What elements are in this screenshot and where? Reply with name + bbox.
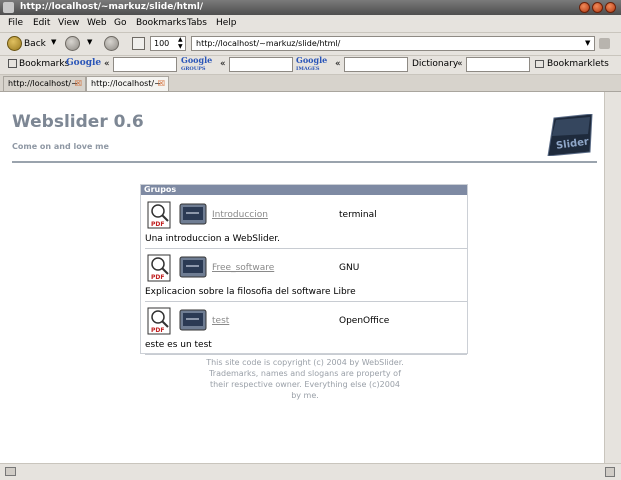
search-arrows-2[interactable]: « (220, 59, 226, 69)
zoom-value: 100 (154, 39, 170, 48)
bookmarks-icon (8, 59, 17, 68)
page-content: Webslider 0.6 Come on and love me Slider… (0, 92, 604, 463)
stop-icon[interactable] (104, 36, 119, 51)
pdf-document-icon[interactable]: PDF (147, 254, 173, 282)
status-icon (5, 467, 16, 476)
tab-close-icon[interactable]: ☒ (158, 79, 165, 88)
site-title: Webslider 0.6 (12, 112, 144, 132)
pdf-document-icon[interactable]: PDF (147, 307, 173, 335)
search-arrows-3[interactable]: « (335, 59, 341, 69)
google-groups-logo: Google GROUPS (181, 55, 213, 72)
dictionary-label: Dictionary (412, 59, 459, 69)
terminal-icon[interactable] (179, 309, 207, 333)
url-input[interactable]: http://localhost/~markuz/slide/html/ (191, 36, 595, 51)
back-arrow-icon[interactable] (7, 36, 22, 51)
google-images-logo: Google IMAGES (296, 55, 328, 72)
google-search-input[interactable] (113, 57, 177, 72)
item-description: Explicacion sobre la filosofia del softw… (145, 287, 356, 297)
header-divider (12, 161, 597, 163)
pdf-document-icon[interactable]: PDF (147, 201, 173, 229)
bookmarks-button[interactable]: Bookmarks (19, 59, 69, 69)
url-text: http://localhost/~markuz/slide/html/ (196, 39, 341, 48)
item-category: OpenOffice (339, 316, 390, 326)
tab-1[interactable]: http://localhost/~ ☒ (3, 76, 86, 91)
pdf-label: PDF (151, 274, 164, 281)
go-icon[interactable] (599, 38, 610, 49)
minimize-icon[interactable] (579, 2, 590, 13)
dictionary-input[interactable] (466, 57, 530, 72)
terminal-icon[interactable] (179, 203, 207, 227)
item-divider (145, 248, 467, 249)
close-icon[interactable] (605, 2, 616, 13)
window-titlebar: http://localhost/~markuz/slide/html/ (0, 0, 621, 15)
item-link[interactable]: Free_software (212, 263, 274, 273)
menu-bar: File Edit View Web Go Bookmarks Tabs Hel… (0, 15, 621, 33)
menu-help[interactable]: Help (216, 18, 237, 28)
menu-file[interactable]: File (8, 18, 23, 28)
menu-tabs[interactable]: Tabs (187, 18, 207, 28)
webslider-logo: Slider (547, 114, 593, 156)
item-link[interactable]: Introduccion (212, 210, 268, 220)
url-dropdown-icon[interactable]: ▼ (585, 39, 590, 47)
app-icon (3, 2, 14, 13)
back-dropdown-icon[interactable]: ▼ (51, 38, 56, 46)
security-icon (605, 467, 615, 477)
item-divider (145, 354, 467, 355)
item-link[interactable]: test (212, 316, 229, 326)
pdf-label: PDF (151, 221, 164, 228)
site-subtitle: Come on and love me (12, 142, 109, 151)
zoom-spinner-icon[interactable]: ▲ ▼ (178, 36, 183, 50)
bookmarklets-button[interactable]: Bookmarklets (547, 59, 609, 69)
maximize-icon[interactable] (592, 2, 603, 13)
search-arrows-4[interactable]: « (457, 59, 463, 69)
groups-panel: Grupos PDF Introduccion terminal Una int… (140, 184, 468, 355)
window-title: http://localhost/~markuz/slide/html/ (20, 2, 204, 12)
tab-label: http://localhost/~ (8, 79, 78, 88)
item-description: este es un test (145, 340, 212, 350)
item-category: terminal (339, 210, 377, 220)
menu-web[interactable]: Web (87, 18, 107, 28)
status-bar (0, 463, 621, 480)
google-logo: Google (66, 58, 102, 68)
navigation-toolbar: Back ▼ ▼ 100 ▲ ▼ http://localhost/~markuz… (0, 33, 621, 56)
reload-icon[interactable] (132, 37, 145, 50)
folder-icon (535, 60, 544, 68)
menu-edit[interactable]: Edit (33, 18, 50, 28)
groups-header: Grupos (141, 185, 467, 195)
tab-close-icon[interactable]: ☒ (75, 79, 82, 88)
tab-bar: http://localhost/~ ☒ http://localhost/~ … (0, 75, 621, 92)
google-groups-input[interactable] (229, 57, 293, 72)
vertical-scrollbar[interactable] (604, 92, 621, 463)
google-images-input[interactable] (344, 57, 408, 72)
pdf-label: PDF (151, 327, 164, 334)
item-category: GNU (339, 263, 360, 273)
terminal-icon[interactable] (179, 256, 207, 280)
menu-view[interactable]: View (58, 18, 79, 28)
menu-go[interactable]: Go (114, 18, 126, 28)
tab-2[interactable]: http://localhost/~ ☒ (86, 76, 169, 91)
item-divider (145, 301, 467, 302)
search-toolbar: Bookmarks Google « Google GROUPS « Google… (0, 56, 621, 75)
item-description: Una introduccion a WebSlider. (145, 234, 280, 244)
menu-bookmarks[interactable]: Bookmarks (136, 18, 186, 28)
forward-arrow-icon[interactable] (65, 36, 80, 51)
footer-copyright: This site code is copyright (c) 2004 by … (206, 358, 404, 400)
back-button[interactable]: Back (24, 39, 46, 49)
tab-label: http://localhost/~ (91, 79, 161, 88)
search-arrows-1[interactable]: « (104, 59, 110, 69)
forward-dropdown-icon[interactable]: ▼ (87, 38, 92, 46)
